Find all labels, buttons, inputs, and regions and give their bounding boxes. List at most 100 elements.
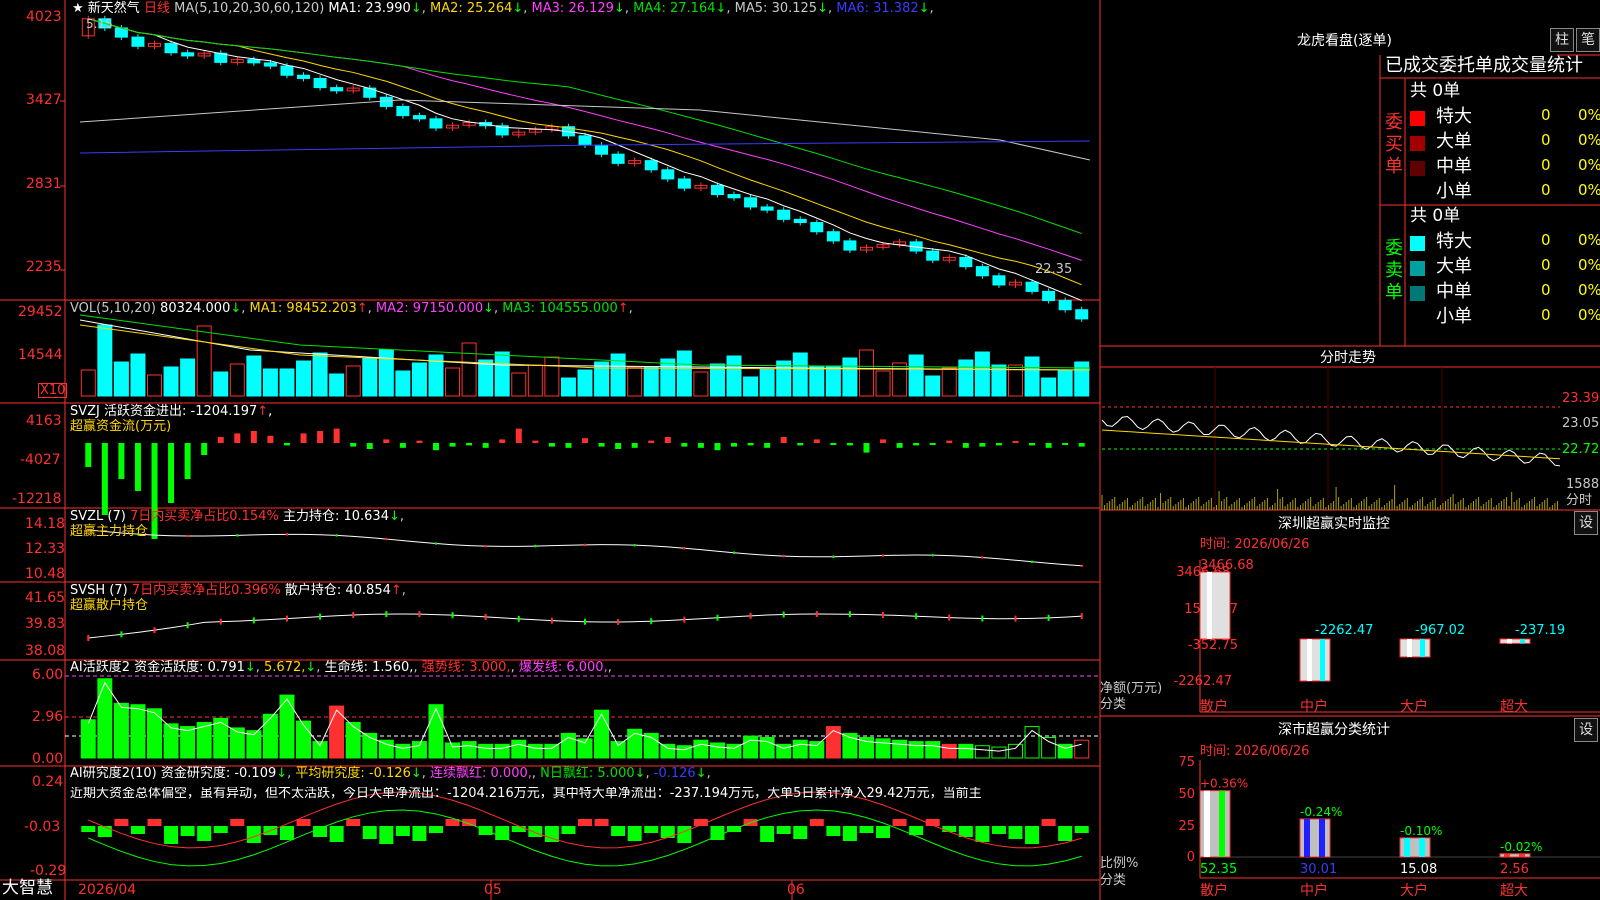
candle-body xyxy=(181,52,195,57)
vol-header: VOL(5,10,20) 80324.000↓, MA1: 98452.203↑… xyxy=(70,301,633,316)
trend-arrow: ↓ xyxy=(613,1,625,16)
fund-flow-bar xyxy=(399,443,406,448)
retail-hold-dot xyxy=(815,611,818,618)
retail-hold-dot xyxy=(484,613,487,620)
candle-body xyxy=(727,194,741,199)
intraday-vol-label: 1588 xyxy=(1566,477,1600,492)
period-label[interactable]: 日线 xyxy=(144,1,170,16)
monitor-bar-value: -237.19 xyxy=(1515,623,1565,638)
order-size-swatch xyxy=(1410,136,1425,151)
retail-hold-dot xyxy=(285,615,288,622)
indicator-value: MA6: 31.382 xyxy=(836,1,919,16)
category-xlabel: 分类 xyxy=(1100,873,1127,888)
main-chart-canvas[interactable]: 3466.681556.97-352.75-2262.473466.68散户-2… xyxy=(0,0,1600,900)
order-row-count: 0 xyxy=(1541,181,1551,199)
fund-flow-bar xyxy=(780,437,787,443)
ma-label: MA(5,10,20,30,60,120) xyxy=(174,1,325,16)
volume-bar xyxy=(544,356,560,397)
tick-mode-button[interactable]: 笔 xyxy=(1576,28,1600,52)
candle-body xyxy=(793,218,807,224)
fund-flow-bar xyxy=(482,443,489,448)
candle-body xyxy=(595,144,609,155)
dragon-tiger-title: 龙虎看盘(逐单) xyxy=(1297,33,1392,49)
research-bar xyxy=(279,826,294,840)
ma-line xyxy=(88,18,1082,235)
trend-arrow: ↓ xyxy=(512,1,524,16)
candle-body xyxy=(744,197,758,208)
research-bar xyxy=(578,819,592,826)
candle-body xyxy=(1058,300,1072,311)
order-row-pct: 0% xyxy=(1578,306,1600,324)
order-row-count: 0 xyxy=(1541,231,1551,249)
fund-flow-bar xyxy=(118,443,125,479)
research-bar xyxy=(958,826,973,837)
fund-flow-bar xyxy=(1062,443,1069,445)
fund-flow-bar xyxy=(846,443,853,446)
category-bar-stripe xyxy=(1419,837,1425,857)
fund-flow-bar xyxy=(366,443,373,449)
fund-flow-bar xyxy=(880,439,887,443)
trend-arrow: ↑ xyxy=(356,301,368,316)
volume-bar xyxy=(941,367,957,397)
fund-flow-bar xyxy=(333,428,340,443)
main-hold-dot xyxy=(683,546,686,550)
volume-bar xyxy=(974,351,990,397)
buy-side-label: 委买单 xyxy=(1385,112,1403,177)
research-bar xyxy=(97,826,112,837)
volume-bar xyxy=(759,368,775,397)
monitor-bar xyxy=(1499,638,1531,644)
volume-bar xyxy=(345,365,361,397)
indicator-value: MA1: 98452.203 xyxy=(249,301,357,316)
fund-flow-bar xyxy=(317,431,324,443)
fund-flow-bar xyxy=(1045,443,1052,448)
fund-flow-bar xyxy=(151,443,158,539)
activity-bar xyxy=(594,709,610,759)
research-bar xyxy=(809,819,824,826)
activity-bar xyxy=(660,743,676,759)
category-settings-button[interactable]: 设 xyxy=(1574,718,1598,742)
svsh-header: SVSH (7) 7日内买卖净占比0.396% 散户持仓: 40.854↑, xyxy=(70,583,406,598)
bar-mode-button[interactable]: 柱 xyxy=(1550,28,1574,52)
volume-bar xyxy=(461,342,477,397)
trend-arrow: ↑ xyxy=(617,301,629,316)
volume-bar xyxy=(180,358,196,397)
trend-arrow: ↓ xyxy=(410,1,422,16)
volume-bar xyxy=(296,360,312,397)
volume-bar xyxy=(163,366,179,397)
svzj-axis-label: -12218 xyxy=(12,491,62,507)
research-bar xyxy=(412,826,427,841)
activity-bar xyxy=(445,742,461,759)
activity-bar xyxy=(941,743,957,759)
monitor-settings-button[interactable]: 设 xyxy=(1574,511,1598,535)
category-bar-value: 52.35 xyxy=(1200,862,1237,877)
volume-bar xyxy=(262,368,278,397)
volume-bar xyxy=(594,361,610,397)
research-bar xyxy=(379,826,394,844)
activity-bar xyxy=(428,704,444,759)
research-bar xyxy=(346,819,361,826)
category-bar-stripe xyxy=(1219,790,1225,857)
indicator-value: MA1: 23.990 xyxy=(328,1,411,16)
favorite-star-icon[interactable]: ★ xyxy=(72,1,84,16)
fund-flow-bar xyxy=(499,439,506,443)
svsh-axis-label: 38.08 xyxy=(25,643,66,659)
category-time: 时间: 2026/06/26 xyxy=(1200,744,1310,759)
candle-body xyxy=(843,240,857,251)
activity-bar xyxy=(875,738,891,759)
fund-flow-bar xyxy=(532,440,539,443)
fund-flow-bar xyxy=(250,431,257,443)
retail-hold-dot xyxy=(749,612,752,619)
fund-flow-bar xyxy=(813,439,820,443)
fund-flow-bar xyxy=(714,443,721,451)
vol-ma-values: MA1: 98452.203↑, MA2: 97150.000↓, MA3: 1… xyxy=(249,301,633,316)
candle-body xyxy=(810,222,824,233)
monitor-bar-highlight xyxy=(1507,639,1512,644)
main-hold-dot xyxy=(633,543,636,547)
indicator-value: MA2: 97150.000 xyxy=(375,301,484,316)
candle-body xyxy=(710,184,724,196)
volume-bar xyxy=(643,366,659,397)
fund-flow-bar xyxy=(134,443,141,491)
retail-hold-dot xyxy=(451,612,454,619)
category-bar-label: 大户 xyxy=(1400,882,1428,899)
candle-body xyxy=(992,275,1006,286)
